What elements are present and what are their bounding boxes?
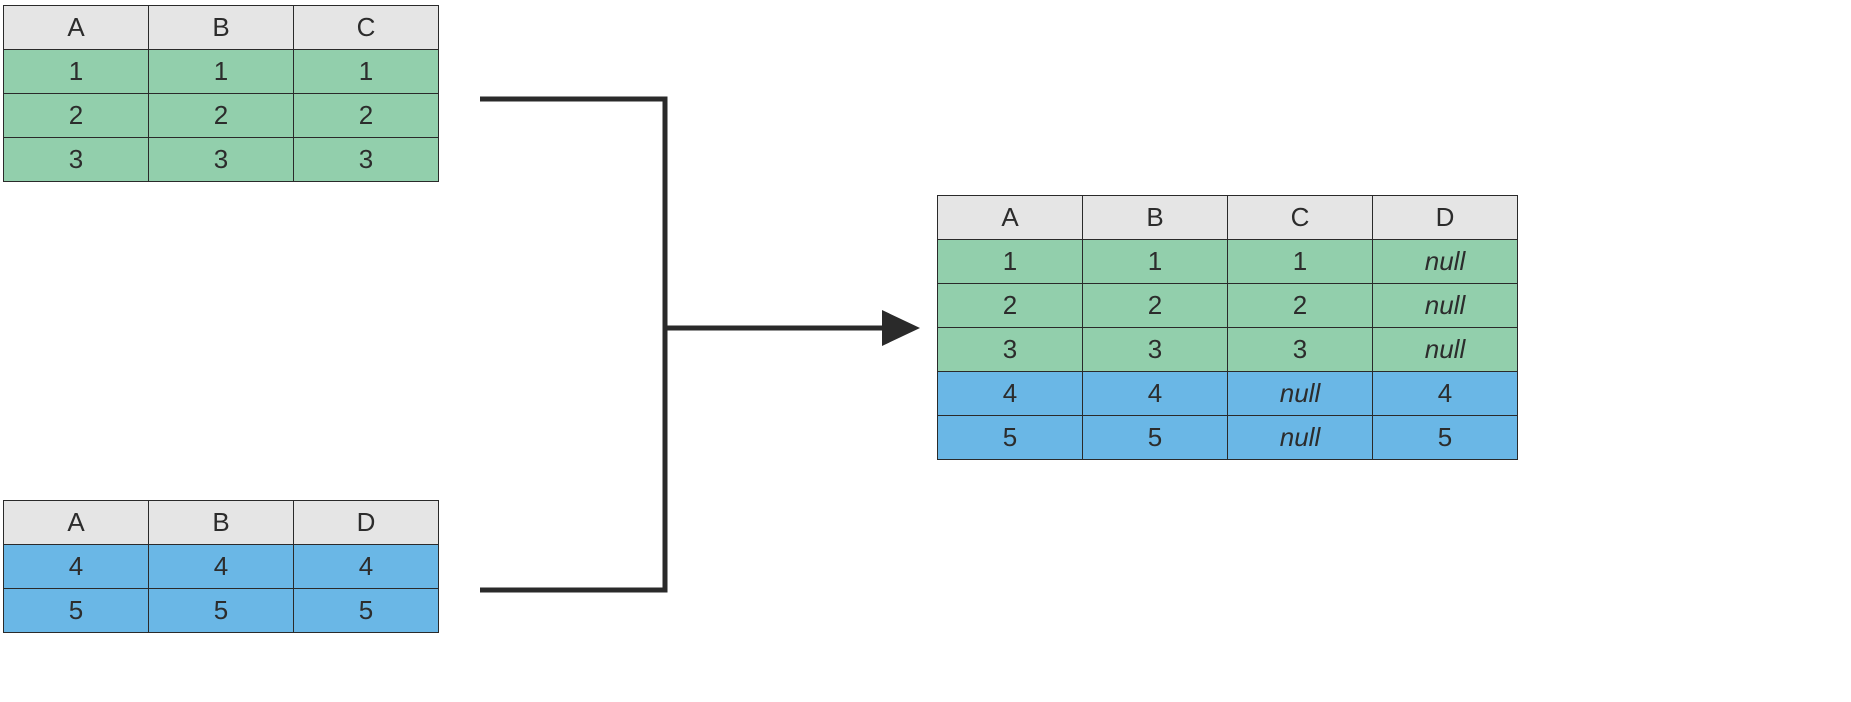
cell: 1 bbox=[149, 50, 294, 94]
cell: 5 bbox=[1373, 416, 1518, 460]
cell: 4 bbox=[294, 545, 439, 589]
cell-null: null bbox=[1228, 416, 1373, 460]
table-row: A B D bbox=[4, 501, 439, 545]
table-row: 3 3 3 bbox=[4, 138, 439, 182]
cell: 5 bbox=[149, 589, 294, 633]
result-table: A B C D 1 1 1 null 2 2 2 null 3 3 3 null… bbox=[937, 195, 1518, 460]
cell: 2 bbox=[938, 284, 1083, 328]
col-header: D bbox=[294, 501, 439, 545]
cell: 5 bbox=[1083, 416, 1228, 460]
col-header: D bbox=[1373, 196, 1518, 240]
cell: 2 bbox=[149, 94, 294, 138]
col-header: A bbox=[4, 6, 149, 50]
table-row: 3 3 3 null bbox=[938, 328, 1518, 372]
cell: 1 bbox=[938, 240, 1083, 284]
cell: 1 bbox=[294, 50, 439, 94]
merge-concat-diagram: A B C 1 1 1 2 2 2 3 3 3 A B D 4 4 4 bbox=[0, 0, 1851, 702]
cell: 1 bbox=[4, 50, 149, 94]
cell: 5 bbox=[938, 416, 1083, 460]
cell-null: null bbox=[1228, 372, 1373, 416]
table-row: 4 4 4 bbox=[4, 545, 439, 589]
col-header: C bbox=[1228, 196, 1373, 240]
cell: 3 bbox=[1083, 328, 1228, 372]
cell: 3 bbox=[4, 138, 149, 182]
table-row: 5 5 null 5 bbox=[938, 416, 1518, 460]
table-row: 2 2 2 null bbox=[938, 284, 1518, 328]
cell: 4 bbox=[149, 545, 294, 589]
cell: 5 bbox=[4, 589, 149, 633]
col-header: B bbox=[149, 501, 294, 545]
cell: 2 bbox=[1228, 284, 1373, 328]
input-table-bottom: A B D 4 4 4 5 5 5 bbox=[3, 500, 439, 633]
table-row: 1 1 1 bbox=[4, 50, 439, 94]
cell: 2 bbox=[4, 94, 149, 138]
merge-arrow-icon bbox=[460, 90, 930, 600]
cell: 4 bbox=[4, 545, 149, 589]
col-header: B bbox=[1083, 196, 1228, 240]
col-header: A bbox=[4, 501, 149, 545]
col-header: B bbox=[149, 6, 294, 50]
table-row: A B C bbox=[4, 6, 439, 50]
col-header: C bbox=[294, 6, 439, 50]
cell: 3 bbox=[294, 138, 439, 182]
cell: 1 bbox=[1083, 240, 1228, 284]
col-header: A bbox=[938, 196, 1083, 240]
cell: 2 bbox=[294, 94, 439, 138]
input-table-top: A B C 1 1 1 2 2 2 3 3 3 bbox=[3, 5, 439, 182]
cell: 3 bbox=[1228, 328, 1373, 372]
cell: 4 bbox=[1373, 372, 1518, 416]
cell: 2 bbox=[1083, 284, 1228, 328]
table-row: 2 2 2 bbox=[4, 94, 439, 138]
cell-null: null bbox=[1373, 240, 1518, 284]
cell: 1 bbox=[1228, 240, 1373, 284]
cell-null: null bbox=[1373, 284, 1518, 328]
cell: 5 bbox=[294, 589, 439, 633]
cell: 3 bbox=[149, 138, 294, 182]
cell: 4 bbox=[938, 372, 1083, 416]
cell-null: null bbox=[1373, 328, 1518, 372]
table-row: 1 1 1 null bbox=[938, 240, 1518, 284]
table-row: 4 4 null 4 bbox=[938, 372, 1518, 416]
cell: 3 bbox=[938, 328, 1083, 372]
table-row: A B C D bbox=[938, 196, 1518, 240]
cell: 4 bbox=[1083, 372, 1228, 416]
table-row: 5 5 5 bbox=[4, 589, 439, 633]
